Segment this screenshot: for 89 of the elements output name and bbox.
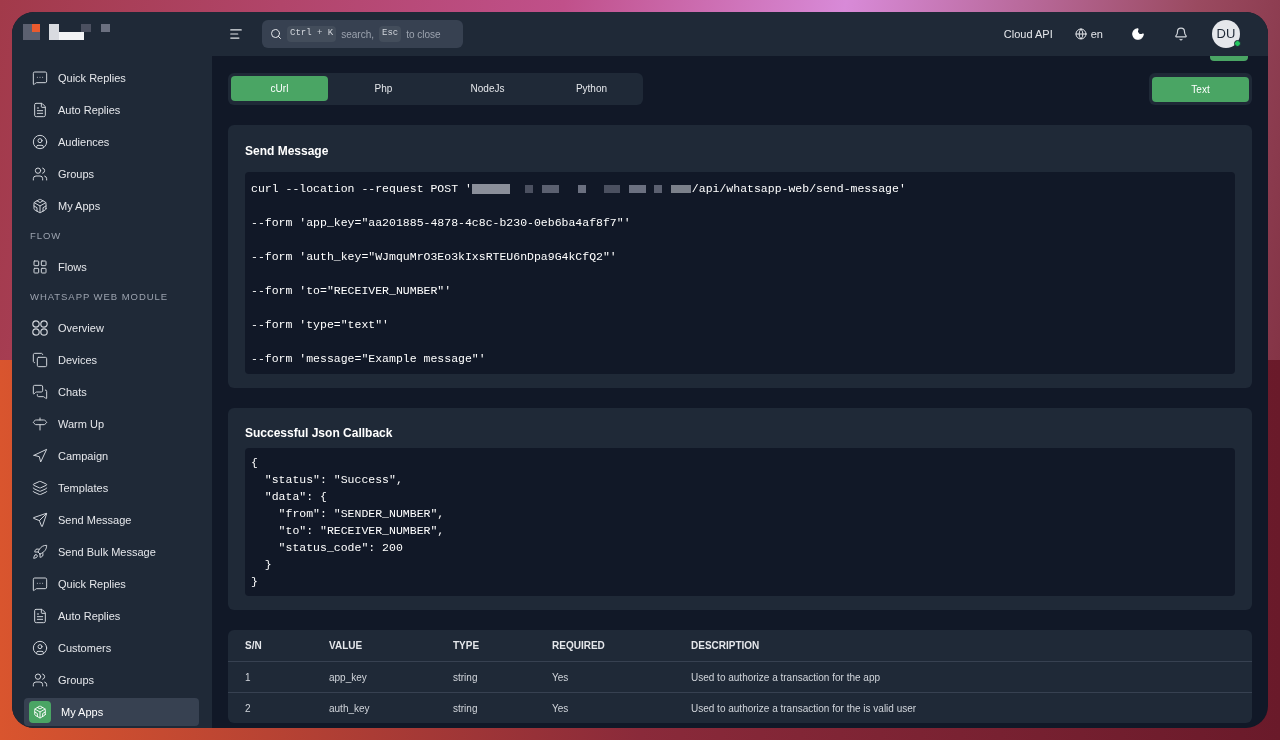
sidebar-item[interactable]: Flows bbox=[24, 253, 199, 281]
code-tab[interactable]: Php bbox=[335, 76, 432, 101]
sidebar-item[interactable]: Groups bbox=[24, 160, 199, 188]
sidebar-item[interactable]: My Apps bbox=[24, 698, 199, 726]
key-hint: Ctrl + K bbox=[287, 26, 337, 42]
avatar[interactable]: DU bbox=[1212, 20, 1240, 48]
layers-icon bbox=[32, 480, 48, 496]
circles-icon bbox=[32, 320, 48, 336]
user-circle-icon bbox=[32, 134, 48, 150]
rocket-icon bbox=[32, 544, 48, 560]
key-hint: Esc bbox=[379, 26, 402, 42]
table-cell: Used to authorize a transaction for the app bbox=[691, 671, 880, 683]
menu-icon[interactable] bbox=[229, 27, 243, 41]
users-icon bbox=[32, 672, 48, 688]
code-line: curl --location --request POST ' bbox=[251, 181, 472, 198]
users-icon bbox=[32, 166, 48, 182]
sidebar-item[interactable]: Auto Replies bbox=[24, 602, 199, 630]
code-line: } bbox=[251, 575, 258, 588]
code-tab[interactable]: Python bbox=[543, 76, 640, 101]
sidebar-item[interactable]: Send Bulk Message bbox=[24, 538, 199, 566]
code-tab[interactable]: NodeJs bbox=[439, 76, 536, 101]
sidebar-item[interactable]: Warm Up bbox=[24, 410, 199, 438]
code-line: /api/whatsapp-web/send-message' bbox=[691, 181, 906, 198]
table-cell: app_key bbox=[329, 671, 367, 683]
sidebar-item[interactable]: Templates bbox=[24, 474, 199, 502]
sidebar-item[interactable]: My Apps bbox=[24, 192, 199, 220]
code-line: --form 'to="RECEIVER_NUMBER"' bbox=[251, 283, 452, 300]
table-cell: string bbox=[453, 702, 478, 714]
sidebar-item[interactable]: Quick Replies bbox=[24, 570, 199, 598]
chat-icon bbox=[32, 70, 48, 86]
signpost-icon bbox=[32, 416, 48, 432]
hint-text: search, bbox=[341, 27, 374, 42]
notification-icon[interactable] bbox=[1174, 27, 1188, 41]
cube-icon bbox=[32, 198, 48, 214]
table-cell: 2 bbox=[245, 702, 251, 714]
section-heading: WHATSAPP WEB MODULE bbox=[29, 289, 170, 304]
user-circle-icon bbox=[32, 640, 48, 656]
sidebar-item[interactable]: Audiences bbox=[24, 128, 199, 156]
table-cell: string bbox=[453, 671, 478, 683]
table-cell: Yes bbox=[552, 702, 569, 714]
column-header: TYPE bbox=[453, 640, 480, 651]
code-line: "data": { bbox=[263, 490, 327, 503]
card-title: Successful Json Callback bbox=[245, 425, 394, 442]
note-icon bbox=[32, 608, 48, 624]
code-line: --form 'auth_key="WJmquMrO3Eo3kIxsRTEU6nDpa9G4kCfQ2"' bbox=[251, 249, 617, 266]
column-header: VALUE bbox=[329, 640, 363, 651]
table-cell: auth_key bbox=[329, 702, 370, 714]
search-field[interactable]: Ctrl + K search, Esc to close bbox=[262, 20, 463, 48]
table-cell: Yes bbox=[552, 671, 569, 683]
chats-icon bbox=[32, 384, 48, 400]
sidebar-item[interactable]: Quick Replies bbox=[24, 64, 199, 92]
sidebar-item[interactable]: Groups bbox=[24, 666, 199, 694]
moon-icon[interactable] bbox=[1131, 27, 1145, 41]
sidebar-item[interactable]: Customers bbox=[24, 634, 199, 662]
note-icon bbox=[32, 102, 48, 118]
code-line: --form 'type="text"' bbox=[251, 317, 390, 334]
sidebar-item[interactable]: Campaign bbox=[24, 442, 199, 470]
search-icon bbox=[270, 28, 282, 40]
code-line: "to": "RECEIVER_NUMBER", bbox=[277, 524, 445, 537]
code-line: { bbox=[251, 456, 258, 469]
cloud-api-link[interactable]: Cloud API bbox=[1003, 25, 1053, 43]
column-header: S/N bbox=[245, 640, 262, 651]
sidebar-item[interactable]: Devices bbox=[24, 346, 199, 374]
sidebar-item[interactable]: Overview bbox=[24, 314, 199, 342]
globe-icon bbox=[1074, 28, 1087, 40]
table-cell: Used to authorize a transaction for the is valid user bbox=[691, 702, 917, 714]
send-icon bbox=[32, 512, 48, 528]
code-line: --form 'app_key="aa201885-4878-4c8c-b230-0eb6ba4af8f7"' bbox=[251, 215, 631, 232]
sidebar-item[interactable]: Auto Replies bbox=[24, 96, 199, 124]
card-title: Send Message bbox=[245, 143, 330, 160]
grid-icon bbox=[32, 259, 48, 275]
navigation-icon bbox=[32, 448, 48, 464]
cube-icon bbox=[29, 701, 51, 723]
sidebar-item[interactable]: Chats bbox=[24, 378, 199, 406]
code-line: "status": "Success", bbox=[263, 473, 403, 486]
column-header: DESCRIPTION bbox=[691, 640, 760, 651]
code-line: --form 'message="Example message"' bbox=[251, 351, 486, 368]
copy-icon bbox=[32, 352, 48, 368]
hint-text: to close bbox=[406, 27, 441, 42]
code-line: "status_code": 200 bbox=[277, 541, 403, 554]
table-cell: 1 bbox=[245, 671, 251, 683]
chat-icon bbox=[32, 576, 48, 592]
sidebar-item[interactable]: Send Message bbox=[24, 506, 199, 534]
code-line: "from": "SENDER_NUMBER", bbox=[277, 507, 445, 520]
section-heading: FLOW bbox=[29, 228, 63, 243]
button-edge bbox=[1210, 56, 1248, 61]
column-header: REQUIRED bbox=[552, 640, 605, 651]
language-selector[interactable]: en bbox=[1074, 25, 1103, 43]
code-line: } bbox=[263, 558, 272, 571]
